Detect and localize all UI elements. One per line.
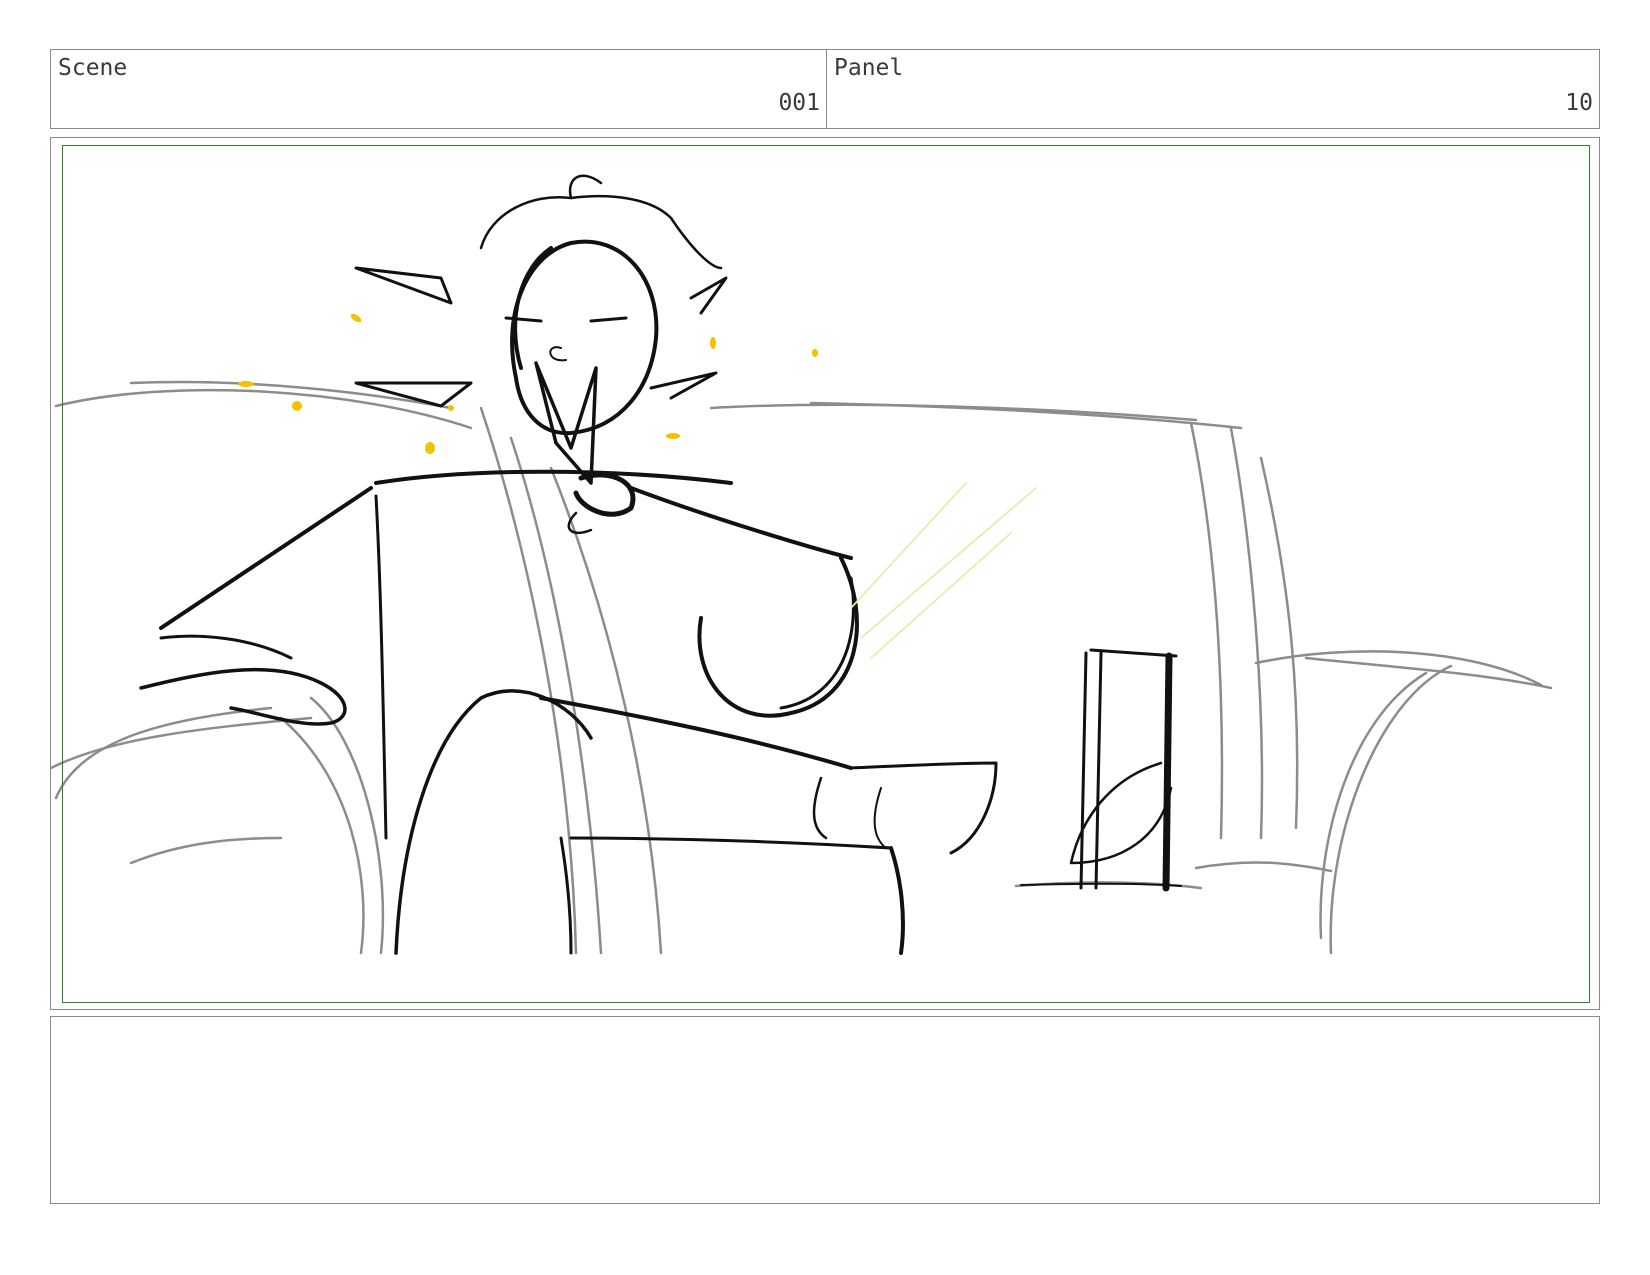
scene-cell: Scene 001	[51, 50, 827, 128]
panel-cell: Panel 10	[827, 50, 1599, 128]
couch-sketch	[51, 380, 1553, 955]
panel-number: 10	[1565, 90, 1593, 116]
notes-box[interactable]	[50, 1016, 1600, 1204]
storyboard-frame	[50, 137, 1600, 1010]
scene-label: Scene	[58, 55, 128, 81]
motion-lines	[850, 482, 1037, 659]
panel-label: Panel	[834, 55, 904, 81]
character-sketch	[139, 174, 1182, 955]
panel-header: Scene 001 Panel 10	[50, 49, 1600, 129]
scene-number: 001	[778, 90, 820, 116]
impact-sparkles	[238, 313, 818, 454]
storyboard-sketch	[51, 174, 1553, 955]
